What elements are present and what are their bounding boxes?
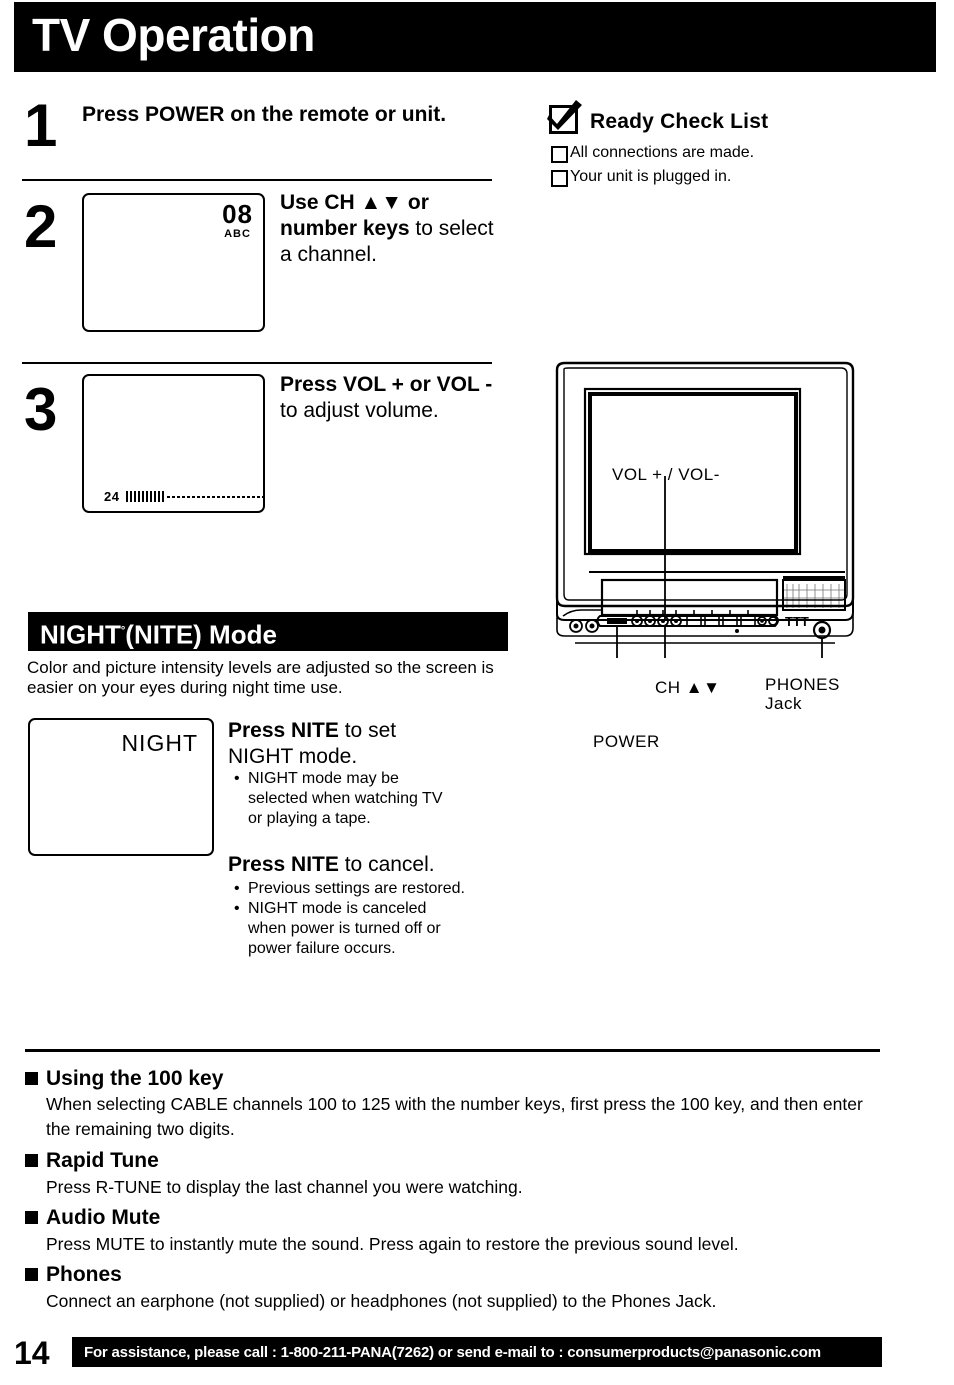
night-set-heading-rest: to set (338, 719, 397, 742)
step-3-instruction-rest: to adjust volume. (280, 399, 439, 422)
tv-illustration: TTT (555, 361, 855, 726)
note-body-using-100-key: When selecting CABLE channels 100 to 125… (46, 1094, 863, 1139)
tv-label-power: POWER (593, 732, 660, 751)
osd-night-label: NIGHT (121, 730, 198, 756)
step-3-screen-mock: 24 (82, 374, 267, 513)
night-cancel-heading: Press NITE to cancel. (228, 852, 518, 878)
tv-label-vol: VOL + / VOL- (612, 465, 720, 484)
osd-volume-display: 24 (104, 489, 267, 504)
note-heading-audio-mute: Audio Mute (25, 1205, 160, 1230)
square-bullet-icon (25, 1268, 38, 1281)
osd-volume-value: 24 (104, 489, 120, 504)
osd-channel-display: 08 ABC (222, 201, 253, 240)
night-set-heading-bold: Press NITE (228, 719, 339, 742)
bottom-section-rule (25, 1049, 880, 1052)
note-heading-using-100-key: Using the 100 key (25, 1066, 223, 1091)
step-2-screen-mock: 08 ABC (82, 193, 265, 332)
note-body-rapid-tune: Press R-TUNE to display the last channel… (46, 1177, 523, 1197)
page-number: 14 (14, 1335, 50, 1371)
step-3-number: 3 (24, 376, 58, 443)
night-cancel-bullet-2-cont-b: power failure occurs. (248, 940, 396, 957)
square-bullet-icon (25, 1072, 38, 1085)
night-cancel-heading-rest: to cancel. (338, 853, 435, 876)
square-bullet-icon (25, 1211, 38, 1224)
night-cancel-bullet-1: Previous settings are restored. (232, 879, 532, 899)
note-heading-text-1: Using the 100 key (46, 1067, 224, 1090)
square-bullet-icon (25, 1154, 38, 1167)
osd-channel-number: 08 (222, 199, 253, 229)
osd-volume-track (167, 495, 267, 498)
night-set-heading-line2: NIGHT mode. (228, 745, 358, 768)
night-cancel-bullet-2-cont-a: when power is turned off or (248, 920, 441, 937)
night-mode-title-rest: (NITE) Mode (125, 619, 277, 650)
osd-volume-bars (126, 491, 166, 502)
night-set-bullet-1: NIGHT mode may be (232, 769, 522, 789)
page-title: TV Operation (32, 9, 315, 61)
tv-front-panel-diagram: TTT (545, 358, 885, 726)
note-heading-text-4: Phones (46, 1263, 122, 1286)
night-cancel-bullet-2: NIGHT mode is canceled (232, 899, 532, 919)
note-body-audio-mute: Press MUTE to instantly mute the sound. … (46, 1234, 739, 1254)
night-mode-screen-mock: NIGHT (28, 718, 214, 856)
night-set-bullet-1-cont-b: or playing a tape. (248, 810, 371, 827)
step-2-number: 2 (24, 193, 58, 260)
night-set-bullets: NIGHT mode may be selected when watching… (232, 769, 522, 829)
ready-check-item-2: Your unit is plugged in. (570, 168, 732, 185)
svg-text:TTT: TTT (785, 614, 809, 629)
step-1-number: 1 (24, 92, 58, 159)
step-2-instruction-bold: Use CH ▲▼ or number keys (280, 191, 429, 240)
step-3-instruction: Press VOL + or VOL - to adjust volume. (280, 372, 510, 424)
ready-check-item-1: All connections are made. (570, 144, 755, 161)
night-mode-description: Color and picture intensity levels are a… (27, 658, 494, 697)
check-icon (547, 100, 582, 130)
night-mode-section-title: NIGHT°(NITE) Mode (40, 615, 277, 652)
step-1-instruction: Press POWER on the remote or unit. (82, 102, 482, 128)
night-set-heading: Press NITE to set NIGHT mode. (228, 718, 518, 770)
note-body-phones: Connect an earphone (not supplied) or he… (46, 1291, 717, 1311)
note-heading-phones: Phones (25, 1262, 122, 1287)
step-3-instruction-bold: Press VOL + or VOL - (280, 373, 493, 396)
footer-contact-text: For assistance, please call : 1-800-211-… (84, 1344, 821, 1361)
step-1-instruction-bold: Press POWER on the remote or unit. (82, 103, 447, 126)
night-cancel-heading-bold: Press NITE (228, 853, 339, 876)
night-set-bullet-1-cont-a: selected when watching TV (248, 790, 443, 807)
step-divider-1 (22, 179, 492, 181)
step-divider-2 (22, 362, 492, 364)
ready-check-title: Ready Check List (590, 110, 769, 133)
empty-checkbox-icon-1[interactable] (551, 146, 568, 163)
note-heading-rapid-tune: Rapid Tune (25, 1148, 159, 1173)
empty-checkbox-icon-2[interactable] (551, 170, 568, 187)
note-heading-text-3: Audio Mute (46, 1206, 161, 1229)
tv-label-ch: CH ▲▼ (655, 678, 721, 697)
checked-box-icon (547, 100, 582, 134)
tv-label-phones-jack: Jack (765, 694, 802, 713)
night-mode-title-main: NIGHT (40, 619, 121, 650)
osd-channel-source: ABC (224, 228, 251, 240)
night-cancel-bullets: Previous settings are restored. NIGHT mo… (232, 879, 532, 959)
step-2-instruction: Use CH ▲▼ or number keys to select a cha… (280, 190, 505, 268)
tv-label-phones: PHONES (765, 675, 840, 694)
note-heading-text-2: Rapid Tune (46, 1149, 159, 1172)
manual-page: TV Operation 1 Press POWER on the remote… (0, 0, 954, 1385)
